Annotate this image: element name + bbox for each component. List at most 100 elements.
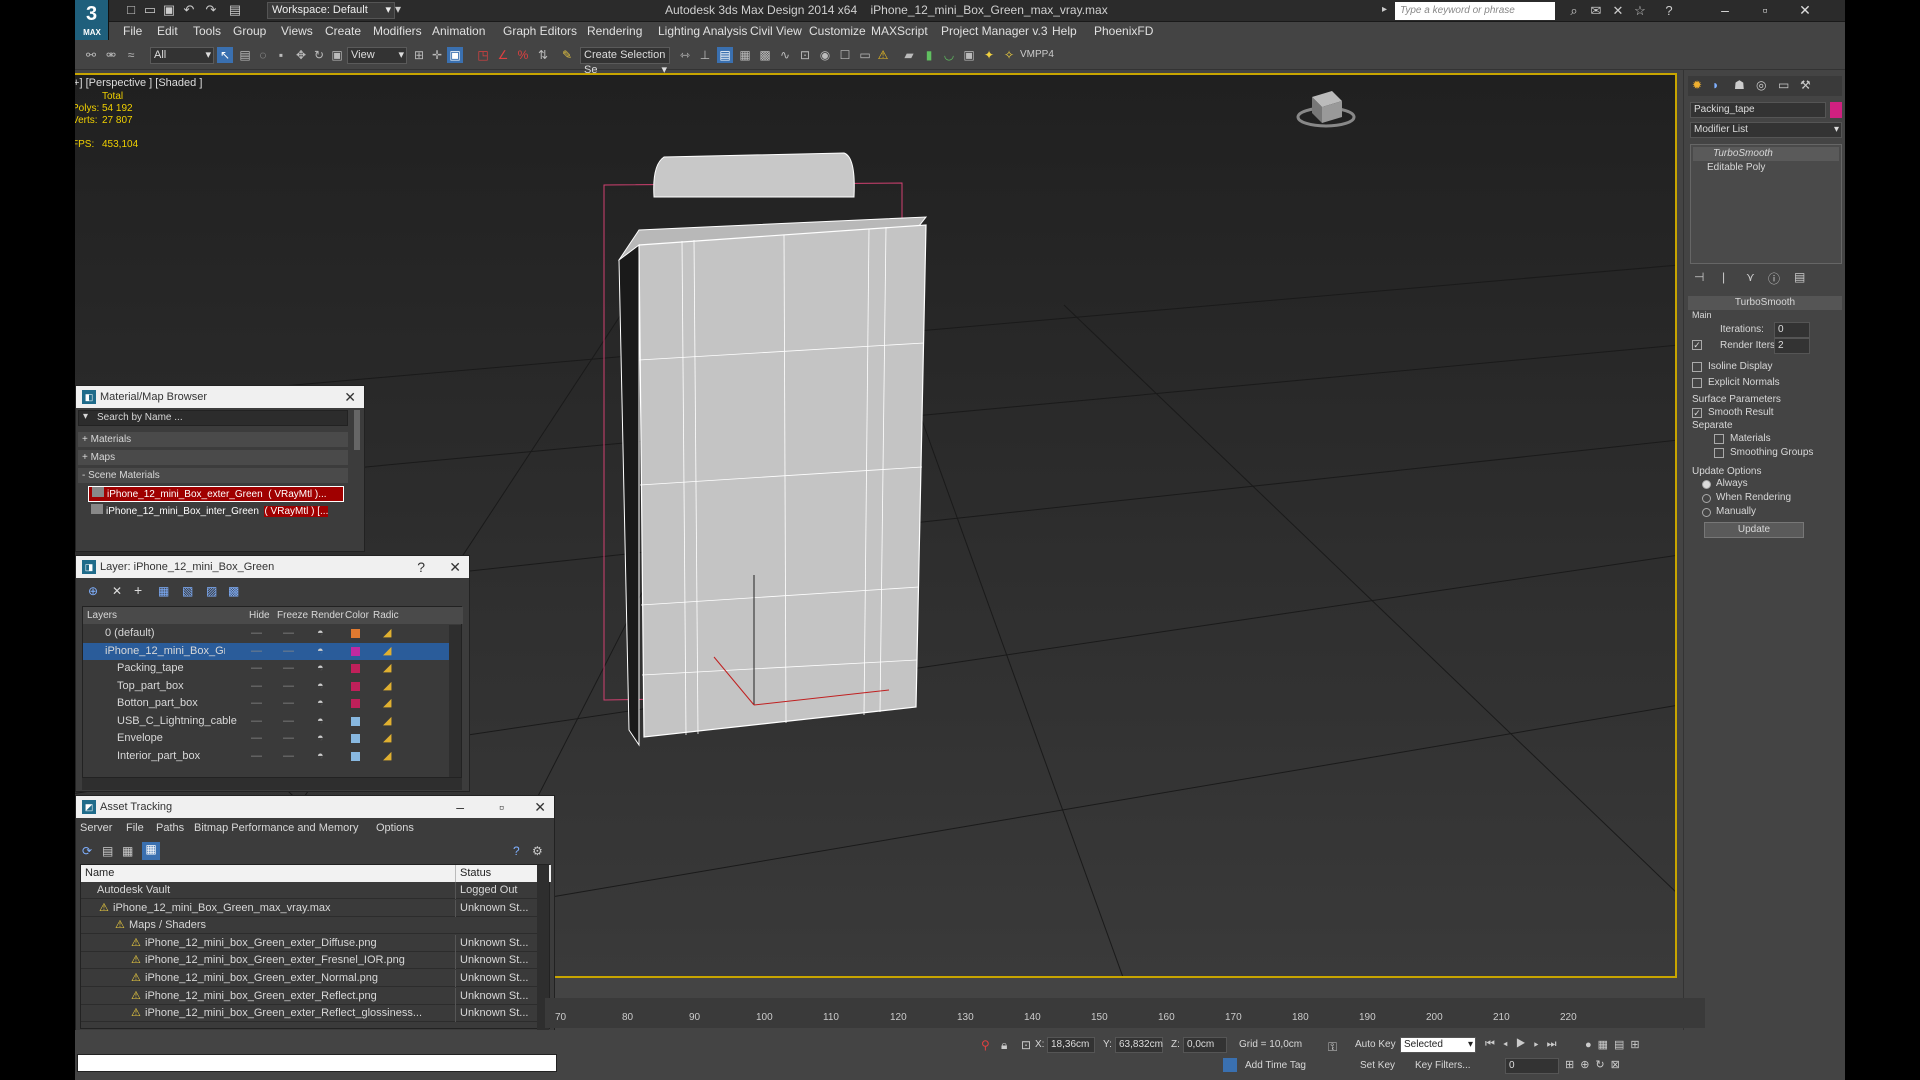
layers-horizontal-scrollbar[interactable] [82, 778, 462, 790]
radiosity-icon[interactable]: ◢ [383, 643, 391, 660]
layer-color-swatch[interactable] [351, 699, 360, 708]
render-teapot-icon[interactable]: ◓ [317, 643, 324, 660]
freeze-toggle[interactable]: — [283, 748, 294, 765]
radiosity-icon[interactable]: ◢ [383, 678, 391, 695]
keyboard-shortcut-override-icon[interactable]: ▣ [447, 47, 463, 63]
maximize-icon[interactable]: ▫ [499, 796, 504, 818]
edit-named-selection-icon[interactable]: ✎ [559, 47, 575, 63]
table-view-icon[interactable]: ▦ [142, 842, 160, 860]
app-logo[interactable]: 3 MAX [75, 0, 109, 40]
region-select-icon[interactable]: ◌ [255, 47, 271, 63]
time-tag-icon[interactable] [1223, 1058, 1237, 1072]
graphite-tools-icon[interactable]: ▩ [757, 47, 773, 63]
menu-lighting-analysis[interactable]: Lighting Analysis [658, 24, 747, 38]
material-editor-icon[interactable]: ◉ [817, 47, 833, 63]
asset-menu-bitmap[interactable]: Bitmap Performance and Memory [194, 822, 358, 834]
object-color-swatch[interactable] [1830, 102, 1842, 118]
material-browser-title-bar[interactable]: ◧ Material/Map Browser ✕ [76, 386, 364, 408]
layer-row[interactable]: Envelope — — ◓ ◢ [83, 730, 449, 747]
menu-project-manager[interactable]: Project Manager v.3 [941, 24, 1048, 38]
spinner-snap-icon[interactable]: ⇅ [535, 47, 551, 63]
asset-row[interactable]: iPhone_12_mini_box_Green_exter_Fresnel_I… [81, 952, 537, 970]
vray-plane-icon[interactable]: ◡ [941, 47, 957, 63]
radiosity-icon[interactable]: ◢ [383, 713, 391, 730]
help-icon[interactable]: ? [417, 556, 425, 578]
display-tab-icon[interactable]: ▭ [1778, 78, 1789, 92]
radiosity-icon[interactable]: ◢ [383, 730, 391, 747]
asset-menu-file[interactable]: File [126, 822, 144, 834]
scene-materials-group[interactable]: - Scene Materials [78, 468, 348, 483]
close-icon[interactable]: ✕ [534, 796, 546, 818]
select-scale-icon[interactable]: ▣ [329, 47, 345, 63]
viewport-label[interactable]: [+] [Perspective ] [Shaded ] [75, 77, 202, 89]
help-icon[interactable]: ? [1660, 2, 1678, 20]
vray-light-icon[interactable]: ▮ [921, 47, 937, 63]
asset-menu-server[interactable]: Server [80, 822, 112, 834]
isoline-display-checkbox[interactable] [1692, 362, 1702, 372]
selection-lock-icon[interactable]: 🔒︎ [1001, 1038, 1007, 1053]
thumbnail-view-icon[interactable]: ▦ [122, 844, 133, 858]
angle-snap-icon[interactable]: ∠ [495, 47, 511, 63]
help-icon[interactable]: ? [513, 844, 520, 858]
set-key-button[interactable]: Set Key [1360, 1060, 1395, 1071]
select-manipulate-icon[interactable]: ✛ [429, 47, 445, 63]
radiosity-icon[interactable]: ◢ [383, 660, 391, 677]
stack-item-turbosmooth[interactable]: TurboSmooth [1693, 147, 1839, 161]
binoculars-icon[interactable]: ⌕ [1565, 2, 1583, 20]
hide-toggle[interactable]: — [251, 643, 262, 660]
z-coordinate-field[interactable]: 0,0cm [1183, 1037, 1227, 1053]
freeze-toggle[interactable]: — [283, 730, 294, 747]
freeze-all-layers-icon[interactable]: ▩ [228, 584, 244, 598]
close-button[interactable]: ✕ [1785, 0, 1825, 22]
auto-key-button[interactable]: Auto Key [1355, 1039, 1396, 1050]
freeze-toggle[interactable]: — [283, 643, 294, 660]
maxscript-listener-input[interactable] [77, 1054, 557, 1072]
col-layers[interactable]: Layers [87, 607, 117, 624]
key-icon[interactable]: ⚿ [1328, 1040, 1337, 1055]
select-object-icon[interactable]: ↖ [217, 47, 233, 63]
asset-row[interactable]: Maps / Shaders ⚠ [81, 917, 537, 935]
asset-row[interactable]: iPhone_12_mini_box_Green_exter_Normal.pn… [81, 970, 537, 987]
project-folder-icon[interactable]: ▤ [227, 2, 243, 18]
asset-menu-paths[interactable]: Paths [156, 822, 184, 834]
separate-materials-checkbox[interactable] [1714, 434, 1724, 444]
modifier-list-dropdown[interactable]: Modifier List ▾ [1690, 122, 1842, 138]
menu-edit[interactable]: Edit [157, 24, 178, 38]
menu-modifiers[interactable]: Modifiers [373, 24, 422, 38]
minimize-button[interactable]: – [1705, 0, 1745, 22]
hide-toggle[interactable]: — [251, 748, 262, 765]
hide-toggle[interactable]: — [251, 678, 262, 695]
vray-proxy-icon[interactable]: ▣ [961, 47, 977, 63]
render-setup-icon[interactable]: ☐ [837, 47, 853, 63]
bind-space-warp-icon[interactable]: ≈ [123, 47, 139, 63]
layer-color-swatch[interactable] [351, 734, 360, 743]
layer-color-swatch[interactable] [351, 629, 360, 638]
layer-color-swatch[interactable] [351, 716, 360, 726]
material-search-input[interactable]: ▾ Search by Name ... [78, 410, 348, 426]
unlink-icon[interactable]: ⚮ [103, 47, 119, 63]
material-browser-scrollbar[interactable] [354, 410, 360, 450]
chevron-right-icon[interactable]: ▸ [1382, 4, 1387, 15]
update-manually-radio[interactable] [1702, 508, 1711, 517]
new-file-icon[interactable]: □ [123, 2, 139, 18]
window-crossing-icon[interactable]: ▪ [273, 47, 289, 63]
col-color[interactable]: Color [345, 607, 369, 624]
favorites-icon[interactable]: ☆ [1631, 2, 1649, 20]
update-always-radio[interactable] [1702, 480, 1711, 489]
smooth-result-checkbox[interactable]: ✓ [1692, 408, 1702, 418]
remove-modifier-icon[interactable]: ⓘ [1768, 270, 1780, 287]
hierarchy-tab-icon[interactable]: ☗ [1734, 78, 1745, 92]
configure-modifier-sets-icon[interactable]: ▤ [1794, 270, 1805, 284]
render-teapot-icon[interactable]: ◓ [317, 678, 324, 695]
isolate-selection-icon[interactable]: ⚲ [981, 1038, 990, 1052]
layers-scrollbar[interactable] [449, 625, 461, 777]
turbosmooth-rollout-header[interactable]: TurboSmooth [1688, 296, 1842, 310]
hide-toggle[interactable]: — [251, 695, 262, 712]
layer-color-swatch[interactable] [351, 646, 360, 656]
asset-row[interactable]: Autodesk Vault Logged Out [81, 882, 537, 899]
rendered-frame-window-icon[interactable]: ▭ [857, 47, 873, 63]
layer-row[interactable]: Interior_part_box — — ◓ ◢ [83, 748, 449, 765]
menu-tools[interactable]: Tools [193, 24, 221, 38]
menu-phoenixfd[interactable]: PhoenixFD [1094, 24, 1153, 38]
menu-create[interactable]: Create [325, 24, 361, 38]
